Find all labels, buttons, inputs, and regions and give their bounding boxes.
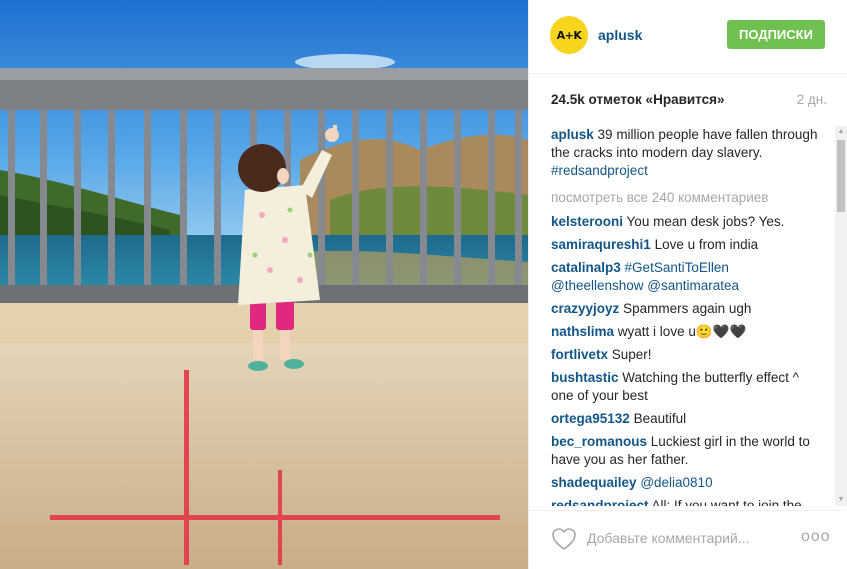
caption-hashtag[interactable]: #redsandproject [551,163,648,178]
likes-row: 24.5k отметок «Нравится» 2 дн. [551,92,827,110]
comment-text: All: If you want to join the [651,498,802,506]
avatar[interactable]: A+K [550,16,588,54]
comment-item: bec_romanous Luckiest girl in the world … [551,433,819,469]
comment-text: Super! [611,347,652,362]
comment-text: Spammers again ugh [623,301,752,316]
comment-text: wyatt i love u🙂🖤🖤 [617,324,747,339]
comment-user[interactable]: catalinalp3 [551,260,621,275]
comment-item: redsandproject All: If you want to join … [551,497,819,506]
comment-user[interactable]: samiraqureshi1 [551,237,651,252]
comment-item: catalinalp3 #GetSantiToEllen @theellensh… [551,259,819,295]
comment-user[interactable]: redsandproject [551,498,649,506]
follow-button[interactable]: ПОДПИСКИ [727,20,825,49]
comment-user[interactable]: ortega95132 [551,411,630,426]
post-header: A+K aplusk ПОДПИСКИ [529,0,847,74]
scroll-down-arrow-icon[interactable]: ▼ [835,494,847,506]
comment-user[interactable]: bec_romanous [551,434,647,449]
more-options-icon[interactable]: ooo [801,529,830,545]
scroll-up-arrow-icon[interactable]: ▲ [835,126,847,138]
caption-user[interactable]: aplusk [551,127,594,142]
username-link[interactable]: aplusk [598,27,642,43]
post-time[interactable]: 2 дн. [797,92,827,107]
comment-text: Beautiful [633,411,687,426]
comment-user[interactable]: crazyyjoyz [551,301,619,316]
caption: aplusk 39 million people have fallen thr… [551,126,819,180]
heart-icon[interactable] [551,527,577,551]
comment-user[interactable]: nathslima [551,324,614,339]
comment-item: kelsterooni You mean desk jobs? Yes. [551,213,819,231]
comment-text[interactable]: @delia0810 [640,475,712,490]
comment-item: crazyyjoyz Spammers again ugh [551,300,819,318]
comment-text: You mean desk jobs? Yes. [626,214,785,229]
comment-item: fortlivetx Super! [551,346,819,364]
comment-item: ortega95132 Beautiful [551,410,819,428]
view-all-comments-link[interactable]: посмотреть все 240 комментариев [551,189,819,207]
comment-user[interactable]: fortlivetx [551,347,608,362]
comment-item: shadequailey @delia0810 [551,474,819,492]
comment-item: samiraqureshi1 Love u from india [551,236,819,254]
comment-user[interactable]: shadequailey [551,475,637,490]
scroll-thumb[interactable] [837,140,845,212]
comment-text: Love u from india [654,237,759,252]
post-photo[interactable] [0,0,528,569]
comment-item: bushtastic Watching the butterfly effect… [551,369,819,405]
post-footer: ooo [529,510,847,569]
comment-item: nathslima wyatt i love u🙂🖤🖤 [551,323,819,341]
comment-user[interactable]: kelsterooni [551,214,623,229]
likes-count[interactable]: 24.5k отметок «Нравится» [551,92,725,107]
comments-scrollbar[interactable]: ▲ ▼ [835,126,847,506]
post-details-panel: A+K aplusk ПОДПИСКИ 24.5k отметок «Нрави… [528,0,847,569]
comment-user[interactable]: bushtastic [551,370,619,385]
add-comment-input[interactable] [587,525,787,551]
comments-list[interactable]: aplusk 39 million people have fallen thr… [551,126,819,506]
